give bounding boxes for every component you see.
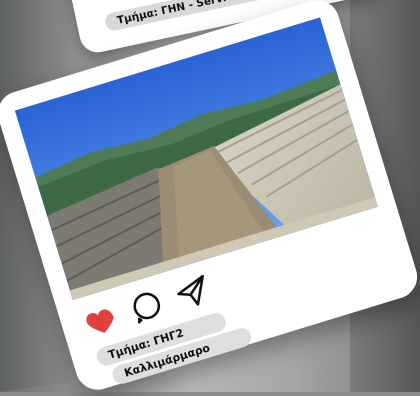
comment-icon[interactable] <box>126 285 168 327</box>
like-icon[interactable] <box>80 299 122 341</box>
share-icon[interactable] <box>172 271 214 313</box>
